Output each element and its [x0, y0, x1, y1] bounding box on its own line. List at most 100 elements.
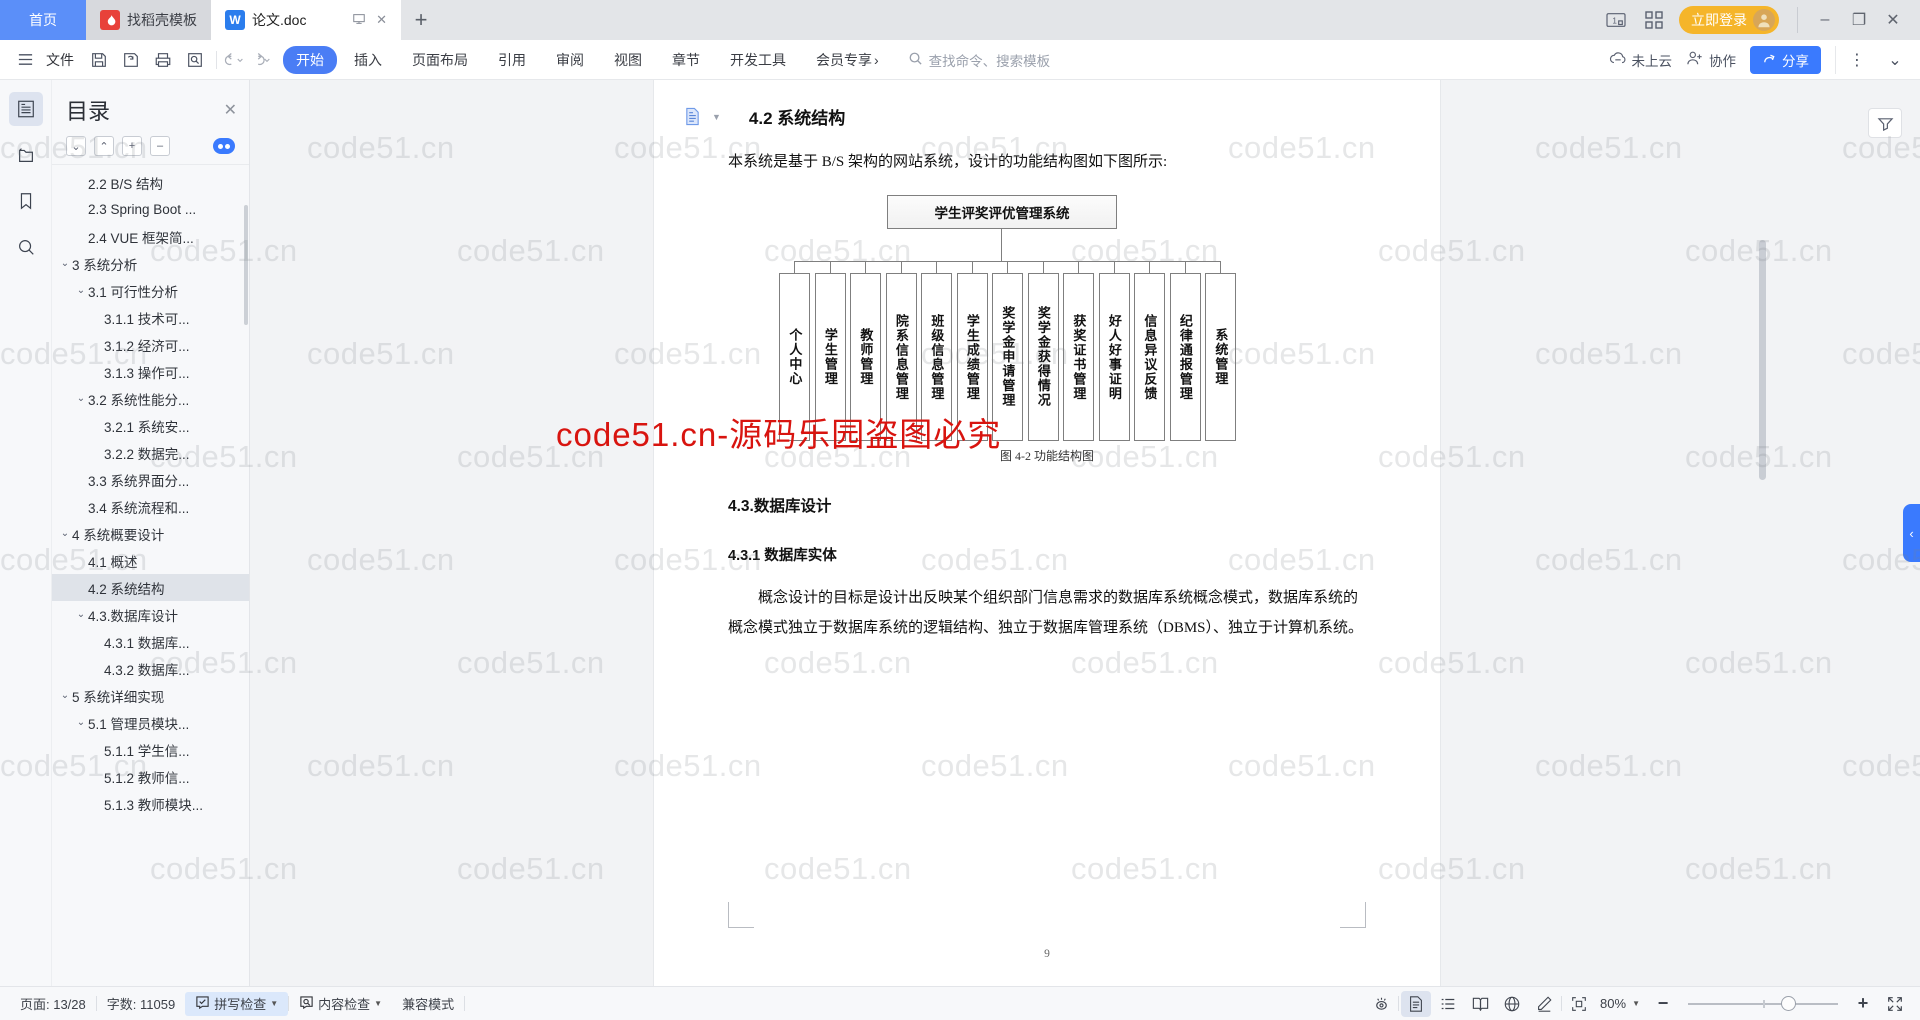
- toc-settings-toggle[interactable]: [213, 138, 235, 154]
- chevron-down-icon[interactable]: ⌄: [74, 393, 88, 404]
- toc-item[interactable]: 3.1.2 经济可...: [52, 331, 249, 358]
- zoom-in-button[interactable]: +: [1848, 991, 1878, 1017]
- collaborate-button[interactable]: 协作: [1686, 50, 1736, 70]
- toc-item[interactable]: ⌄ 5.1 管理员模块...: [52, 709, 249, 736]
- toc-item[interactable]: 5.1.1 学生信...: [52, 736, 249, 763]
- toc-item[interactable]: 3.3 系统界面分...: [52, 466, 249, 493]
- file-menu-button[interactable]: 文件: [42, 46, 82, 74]
- expand-all-button[interactable]: +: [122, 136, 142, 156]
- toc-item[interactable]: 4.1 概述: [52, 547, 249, 574]
- toc-item[interactable]: ⌄ 3 系统分析: [52, 250, 249, 277]
- zoom-level-label[interactable]: 80%: [1596, 996, 1630, 1011]
- toc-close-icon[interactable]: ✕: [224, 100, 237, 120]
- redo-icon[interactable]: [249, 51, 273, 69]
- page-indicator[interactable]: 页面: 13/28: [10, 992, 96, 1016]
- toc-item[interactable]: 4.3.2 数据库...: [52, 655, 249, 682]
- ribbon-tab-start[interactable]: 开始: [283, 45, 337, 74]
- toc-item[interactable]: ⌄ 3.1 可行性分析: [52, 277, 249, 304]
- ribbon-tab-reference[interactable]: 引用: [485, 46, 539, 74]
- tab-count-icon[interactable]: 1: [1603, 9, 1629, 31]
- toc-item[interactable]: 4.2 系统结构: [52, 574, 249, 601]
- document-scrollbar[interactable]: [1759, 240, 1766, 480]
- undo-icon[interactable]: [223, 51, 247, 69]
- print-preview-icon[interactable]: [180, 46, 210, 74]
- zoom-out-button[interactable]: −: [1648, 991, 1678, 1017]
- filter-icon[interactable]: [1868, 108, 1902, 138]
- toc-item[interactable]: 3.1.1 技术可...: [52, 304, 249, 331]
- save-icon[interactable]: [84, 46, 114, 74]
- collapse-all-button[interactable]: –: [150, 136, 170, 156]
- fullscreen-icon[interactable]: [1880, 991, 1910, 1017]
- chevron-down-icon[interactable]: ▼: [1632, 999, 1640, 1008]
- toc-item[interactable]: 5.1.3 教师模块...: [52, 790, 249, 817]
- focus-eye-icon[interactable]: [1366, 991, 1396, 1017]
- apps-grid-icon[interactable]: [1641, 9, 1667, 31]
- maximize-button[interactable]: ❐: [1844, 7, 1874, 33]
- toc-item-list[interactable]: 2.2 B/S 结构 2.3 Spring Boot ... 2.4 VUE 框架简…: [52, 164, 249, 986]
- chevron-down-icon[interactable]: ▼: [374, 999, 382, 1008]
- toc-scrollbar[interactable]: [244, 205, 248, 325]
- more-vertical-icon[interactable]: ⋮: [1842, 46, 1872, 74]
- page-view-icon[interactable]: [1401, 990, 1432, 1017]
- word-count[interactable]: 字数: 11059: [97, 992, 185, 1016]
- chevron-down-icon[interactable]: ⌄: [1880, 46, 1910, 74]
- minimize-button[interactable]: –: [1810, 7, 1840, 33]
- chevron-down-icon[interactable]: ⌄: [58, 258, 72, 269]
- hamburger-menu-icon[interactable]: [10, 46, 40, 74]
- restore-down-icon[interactable]: [352, 12, 366, 29]
- share-button[interactable]: 分享: [1750, 45, 1821, 74]
- fit-page-icon[interactable]: [1564, 991, 1594, 1017]
- toc-item[interactable]: 5.1.2 教师信...: [52, 763, 249, 790]
- expand-down-button[interactable]: ⌄: [66, 136, 86, 156]
- toc-item[interactable]: ⌄ 5 系统详细实现: [52, 682, 249, 709]
- zoom-slider-knob[interactable]: [1781, 996, 1796, 1011]
- bookmark-icon[interactable]: [9, 184, 43, 218]
- toc-item[interactable]: ⌄ 4.3.数据库设计: [52, 601, 249, 628]
- cloud-status-button[interactable]: 未上云: [1609, 50, 1672, 70]
- toc-item[interactable]: 3.4 系统流程和...: [52, 493, 249, 520]
- chevron-down-icon[interactable]: ▼: [270, 999, 278, 1008]
- tab-home[interactable]: 首页: [0, 0, 86, 40]
- chevron-down-icon[interactable]: ⌄: [74, 717, 88, 728]
- tab-document[interactable]: W 论文.doc ✕: [211, 0, 401, 40]
- chevron-down-icon[interactable]: ⌄: [58, 690, 72, 701]
- new-tab-button[interactable]: +: [401, 0, 441, 40]
- login-button[interactable]: 立即登录: [1679, 6, 1779, 34]
- toc-item[interactable]: 3.1.3 操作可...: [52, 358, 249, 385]
- print-icon[interactable]: [148, 46, 178, 74]
- paragraph-style-icon[interactable]: [682, 106, 702, 128]
- panel-collapse-handle[interactable]: ‹: [1903, 504, 1920, 562]
- chevron-down-icon[interactable]: ⌄: [74, 609, 88, 620]
- reading-view-icon[interactable]: [1465, 991, 1495, 1017]
- spellcheck-button[interactable]: 拼写检查 ▼: [185, 991, 289, 1016]
- ribbon-tab-page-layout[interactable]: 页面布局: [399, 46, 481, 74]
- ribbon-tab-vip[interactable]: 会员专享 ›: [803, 46, 892, 74]
- toc-item[interactable]: 4.3.1 数据库...: [52, 628, 249, 655]
- ribbon-tab-insert[interactable]: 插入: [341, 46, 395, 74]
- ribbon-tab-section[interactable]: 章节: [659, 46, 713, 74]
- toc-item[interactable]: ⌄ 3.2 系统性能分...: [52, 385, 249, 412]
- outline-icon[interactable]: [8, 92, 43, 126]
- document-viewport[interactable]: ▼ 4.2 系统结构 本系统是基于 B/S 架构的网站系统，设计的功能结构图如下…: [250, 80, 1844, 986]
- content-check-button[interactable]: 内容检查 ▼: [289, 992, 392, 1016]
- ribbon-tab-review[interactable]: 审阅: [543, 46, 597, 74]
- toc-item[interactable]: 3.2.2 数据完...: [52, 439, 249, 466]
- zoom-slider[interactable]: [1688, 994, 1838, 1014]
- web-view-icon[interactable]: [1497, 991, 1527, 1017]
- close-icon[interactable]: ✕: [376, 12, 387, 28]
- chevron-down-icon[interactable]: ⌄: [74, 285, 88, 296]
- highlight-pen-icon[interactable]: [1529, 991, 1559, 1017]
- toc-item[interactable]: 2.3 Spring Boot ...: [52, 196, 249, 223]
- collapse-up-button[interactable]: ⌃: [94, 136, 114, 156]
- save-as-cloud-icon[interactable]: [116, 46, 146, 74]
- outline-view-icon[interactable]: [1433, 991, 1463, 1017]
- tab-template-store[interactable]: 找稻壳模板: [86, 0, 211, 40]
- thumbnail-icon[interactable]: [9, 138, 43, 172]
- search-icon[interactable]: [9, 230, 43, 264]
- toc-item[interactable]: ⌄ 4 系统概要设计: [52, 520, 249, 547]
- ribbon-tab-view[interactable]: 视图: [601, 46, 655, 74]
- chevron-down-icon[interactable]: ⌄: [58, 528, 72, 539]
- toc-item[interactable]: 2.4 VUE 框架简...: [52, 223, 249, 250]
- window-close-button[interactable]: ✕: [1878, 7, 1908, 33]
- search-input[interactable]: 查找命令、搜索模板: [908, 50, 1050, 70]
